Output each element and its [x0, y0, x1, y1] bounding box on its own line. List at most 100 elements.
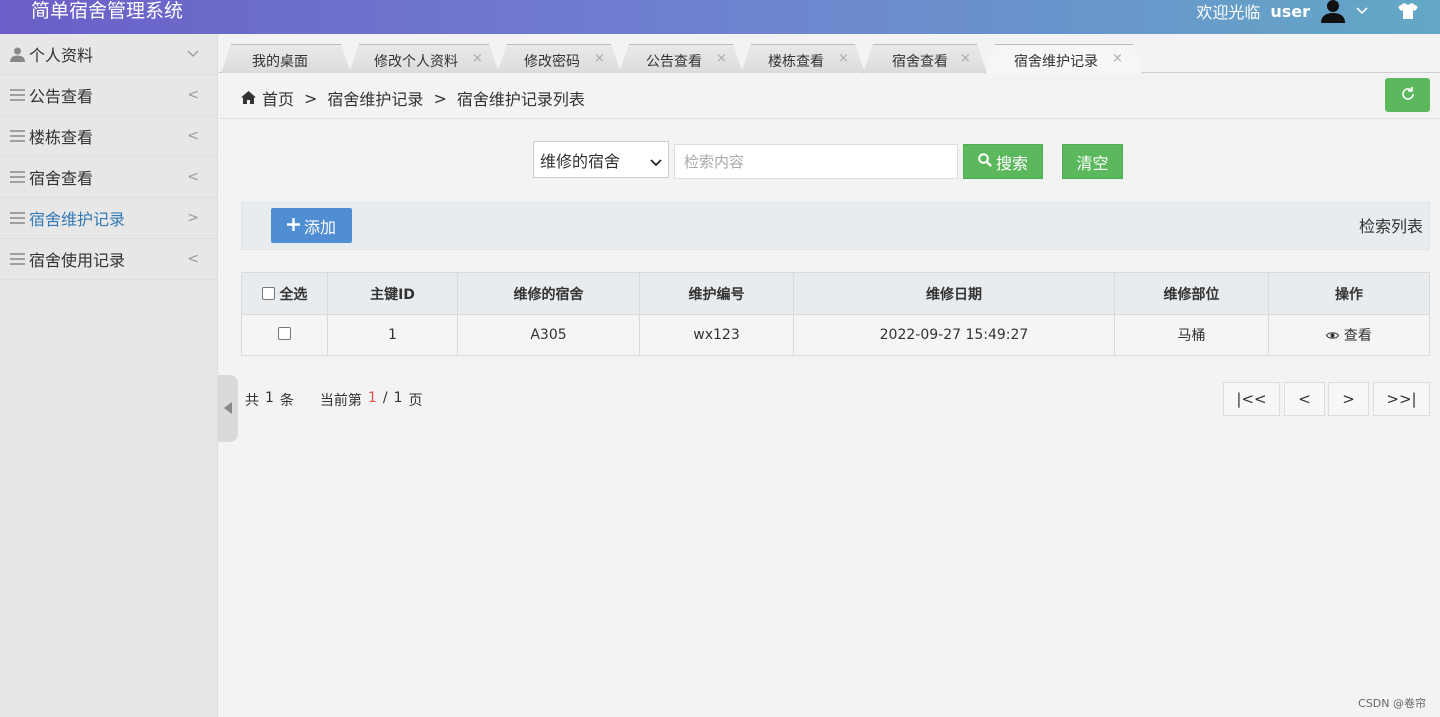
search-button-label: 搜索	[995, 153, 1028, 173]
chevron-down-icon	[650, 152, 662, 171]
select-all-label: 全选	[279, 286, 308, 303]
add-button[interactable]: 添加	[271, 208, 352, 243]
sidebar-item-maintenance[interactable]: 宿舍维护记录 >	[0, 198, 217, 239]
search-field-selected: 维修的宿舍	[540, 151, 621, 171]
cell-code: wx123	[639, 314, 794, 356]
plus-icon	[286, 216, 300, 235]
prev-page-button[interactable]: <	[1284, 382, 1325, 416]
table-header-row: 全选 主键ID 维修的宿舍 维护编号 维修日期 维修部位 操作	[241, 272, 1430, 315]
username: user	[1270, 1, 1310, 21]
menu-lines-icon	[9, 251, 25, 267]
tab-label: 公告查看	[646, 54, 702, 70]
user-icon	[9, 46, 25, 62]
current-page: 1	[367, 390, 377, 406]
view-label: 查看	[1343, 328, 1372, 344]
first-page-button[interactable]: |<<	[1223, 382, 1280, 416]
breadcrumb: 首页 > 宿舍维护记录 > 宿舍维护记录列表	[241, 86, 585, 110]
tab-maintenance-records[interactable]: 宿舍维护记录 ×	[985, 44, 1143, 74]
sidebar-item-usage[interactable]: 宿舍使用记录 <	[0, 239, 217, 280]
welcome-text: 欢迎光临	[1196, 3, 1261, 22]
tab-label: 修改密码	[524, 54, 580, 70]
tab-dorms[interactable]: 宿舍查看 ×	[863, 44, 987, 73]
total-suffix: 条	[279, 393, 294, 409]
column-header: 操作	[1268, 272, 1430, 315]
close-icon[interactable]: ×	[960, 51, 971, 66]
header-user-area: 欢迎光临 user	[1196, 0, 1418, 23]
sidebar-item-label: 宿舍维护记录	[29, 210, 126, 229]
pagination-info: 共 1 条 当前第 1 / 1 页	[245, 390, 422, 410]
search-input[interactable]	[674, 144, 958, 179]
next-page-button[interactable]: >	[1328, 382, 1369, 416]
refresh-button[interactable]	[1385, 78, 1430, 112]
tab-label: 宿舍查看	[892, 54, 948, 70]
row-checkbox[interactable]	[278, 327, 291, 340]
search-icon	[978, 152, 992, 171]
close-icon[interactable]: ×	[472, 51, 483, 66]
sidebar-item-buildings[interactable]: 楼栋查看 <	[0, 116, 217, 157]
tab-label: 修改个人资料	[374, 54, 458, 70]
column-header: 维修日期	[793, 272, 1115, 315]
tab-buildings[interactable]: 楼栋查看 ×	[741, 44, 865, 73]
select-all-header[interactable]: 全选	[241, 272, 328, 315]
total-prefix: 共	[245, 393, 259, 409]
chevron-left-icon: <	[187, 128, 199, 144]
column-header: 维修部位	[1114, 272, 1269, 315]
table-row: 1 A305 wx123 2022-09-27 15:49:27 马桶 查看	[241, 314, 1430, 356]
close-icon[interactable]: ×	[716, 51, 727, 66]
sidebar-item-notices[interactable]: 公告查看 <	[0, 75, 217, 116]
tab-desktop[interactable]: 我的桌面	[221, 44, 351, 73]
breadcrumb-separator: >	[304, 88, 318, 108]
tshirt-skin-icon[interactable]	[1398, 3, 1418, 19]
breadcrumb-bar: 首页 > 宿舍维护记录 > 宿舍维护记录列表	[219, 74, 1440, 119]
action-bar: 添加 检索列表	[241, 202, 1430, 250]
select-all-checkbox[interactable]	[261, 286, 275, 300]
close-icon[interactable]: ×	[838, 51, 849, 66]
search-button[interactable]: 搜索	[963, 144, 1043, 179]
breadcrumb-level1[interactable]: 宿舍维护记录	[327, 86, 423, 110]
pages-suffix: 页	[408, 393, 423, 409]
app-title: 简单宿舍管理系统	[31, 0, 184, 22]
cell-id: 1	[327, 314, 458, 356]
cell-action: 查看	[1268, 314, 1430, 356]
sidebar-item-label: 个人资料	[29, 46, 94, 65]
tab-edit-profile[interactable]: 修改个人资料 ×	[349, 44, 499, 73]
sidebar-item-label: 宿舍使用记录	[29, 251, 126, 270]
refresh-icon	[1401, 86, 1415, 105]
tab-change-password[interactable]: 修改密码 ×	[497, 44, 621, 73]
chevron-down-icon	[187, 46, 199, 62]
sidebar-item-dorms[interactable]: 宿舍查看 <	[0, 157, 217, 198]
cell-date: 2022-09-27 15:49:27	[793, 314, 1115, 356]
chevron-left-icon: <	[187, 169, 199, 185]
sidebar-collapse-handle[interactable]	[218, 375, 238, 442]
menu-lines-icon	[9, 128, 25, 144]
user-avatar-icon[interactable]	[1320, 0, 1346, 23]
breadcrumb-home[interactable]: 首页	[262, 86, 294, 110]
triangle-left-icon	[223, 399, 233, 418]
column-header: 维修的宿舍	[457, 272, 640, 315]
row-select-cell[interactable]	[241, 314, 328, 356]
view-link[interactable]: 查看	[1326, 328, 1372, 344]
chevron-right-icon: >	[187, 210, 199, 226]
last-page-button[interactable]: >>|	[1373, 382, 1430, 416]
sidebar-item-profile[interactable]: 个人资料	[0, 34, 217, 75]
tab-notices[interactable]: 公告查看 ×	[619, 44, 743, 73]
breadcrumb-separator: >	[433, 88, 447, 108]
home-icon	[241, 89, 256, 108]
search-field-select[interactable]: 维修的宿舍	[533, 141, 669, 178]
watermark: CSDN @卷帘	[1358, 697, 1426, 710]
current-prefix: 当前第	[319, 393, 362, 409]
close-icon[interactable]: ×	[1112, 51, 1123, 66]
column-header: 维护编号	[639, 272, 794, 315]
records-table: 全选 主键ID 维修的宿舍 维护编号 维修日期 维修部位 操作 1 A305 w…	[241, 272, 1430, 356]
clear-button[interactable]: 清空	[1062, 144, 1123, 179]
chevron-down-icon[interactable]	[1356, 7, 1368, 15]
sidebar-item-label: 宿舍查看	[29, 169, 94, 188]
tab-bar: 我的桌面 修改个人资料 × 修改密码 × 公告查看 × 楼栋查看 × 宿舍查看 …	[219, 34, 1440, 73]
sidebar: 个人资料 公告查看 < 楼栋查看 < 宿舍查看 < 宿舍维护记录 > 宿舍使用记…	[0, 34, 218, 717]
total-pages: 1	[393, 390, 403, 406]
add-button-label: 添加	[303, 217, 336, 237]
breadcrumb-level2: 宿舍维护记录列表	[456, 90, 585, 109]
clear-button-label: 清空	[1076, 153, 1109, 173]
close-icon[interactable]: ×	[594, 51, 605, 66]
sidebar-item-label: 公告查看	[29, 87, 94, 106]
